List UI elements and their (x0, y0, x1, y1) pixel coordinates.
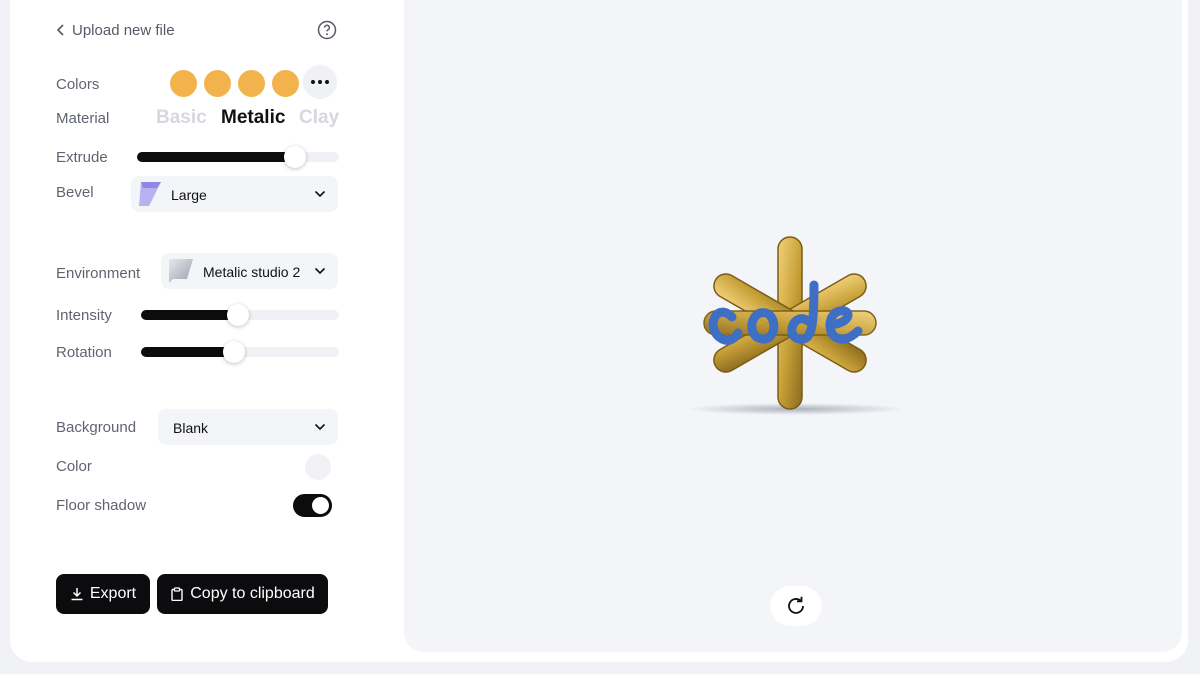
copy-to-clipboard-label: Copy to clipboard (190, 585, 315, 602)
more-colors-button[interactable] (303, 65, 337, 99)
upload-new-file-link[interactable]: Upload new file (56, 20, 175, 40)
model-3d-preview[interactable] (680, 225, 910, 425)
intensity-slider-fill (141, 310, 239, 320)
environment-preview-icon (169, 259, 193, 283)
reset-view-button[interactable] (770, 586, 822, 626)
extrude-slider-fill (137, 152, 295, 162)
intensity-slider[interactable] (141, 304, 339, 326)
copy-to-clipboard-button[interactable]: Copy to clipboard (157, 574, 328, 614)
material-option-clay[interactable]: Clay (299, 107, 339, 129)
floor-shadow-toggle[interactable] (293, 494, 332, 517)
rotation-slider-thumb[interactable] (223, 341, 246, 363)
question-circle-icon[interactable] (317, 20, 337, 40)
environment-dropdown[interactable]: Metalic studio 2 (161, 253, 338, 289)
upload-new-file-label: Upload new file (72, 21, 175, 39)
rotation-label: Rotation (56, 344, 112, 361)
environment-label: Environment (56, 265, 141, 282)
bevel-preview-icon (139, 182, 161, 206)
chevron-down-icon (314, 423, 326, 431)
more-horizontal-icon (311, 80, 315, 84)
rotation-slider[interactable] (141, 341, 339, 363)
export-button[interactable]: Export (56, 574, 150, 614)
export-label: Export (89, 585, 137, 602)
material-label: Material (56, 110, 110, 127)
bevel-label: Bevel (56, 184, 94, 201)
background-label: Background (56, 419, 137, 436)
chevron-left-icon (56, 24, 64, 36)
download-icon (71, 588, 83, 601)
extrude-slider[interactable] (137, 146, 339, 168)
floor-shadow-label: Floor shadow (56, 497, 147, 514)
toggle-knob (312, 497, 329, 514)
material-option-metalic[interactable]: Metalic (221, 107, 285, 129)
background-value: Blank (173, 420, 209, 436)
material-option-basic[interactable]: Basic (156, 107, 207, 129)
background-dropdown[interactable]: Blank (158, 409, 338, 445)
intensity-label: Intensity (56, 307, 112, 324)
bevel-value: Large (171, 187, 207, 203)
refresh-icon (788, 596, 804, 614)
chevron-down-icon (314, 190, 326, 198)
intensity-slider-thumb[interactable] (227, 304, 250, 326)
bevel-dropdown[interactable]: Large (131, 176, 338, 212)
background-color-swatch[interactable] (305, 454, 331, 480)
color-label: Color (56, 458, 92, 475)
colors-label: Colors (56, 76, 100, 93)
color-swatch-1[interactable] (170, 70, 197, 97)
extrude-label: Extrude (56, 149, 108, 166)
chevron-down-icon (314, 267, 326, 275)
color-swatch-3[interactable] (238, 70, 265, 97)
rotation-slider-fill (141, 347, 235, 357)
extrude-slider-thumb[interactable] (283, 146, 306, 168)
clipboard-icon (171, 587, 183, 601)
color-swatch-4[interactable] (272, 70, 299, 97)
color-swatch-2[interactable] (204, 70, 231, 97)
environment-value: Metalic studio 2 (203, 264, 301, 280)
